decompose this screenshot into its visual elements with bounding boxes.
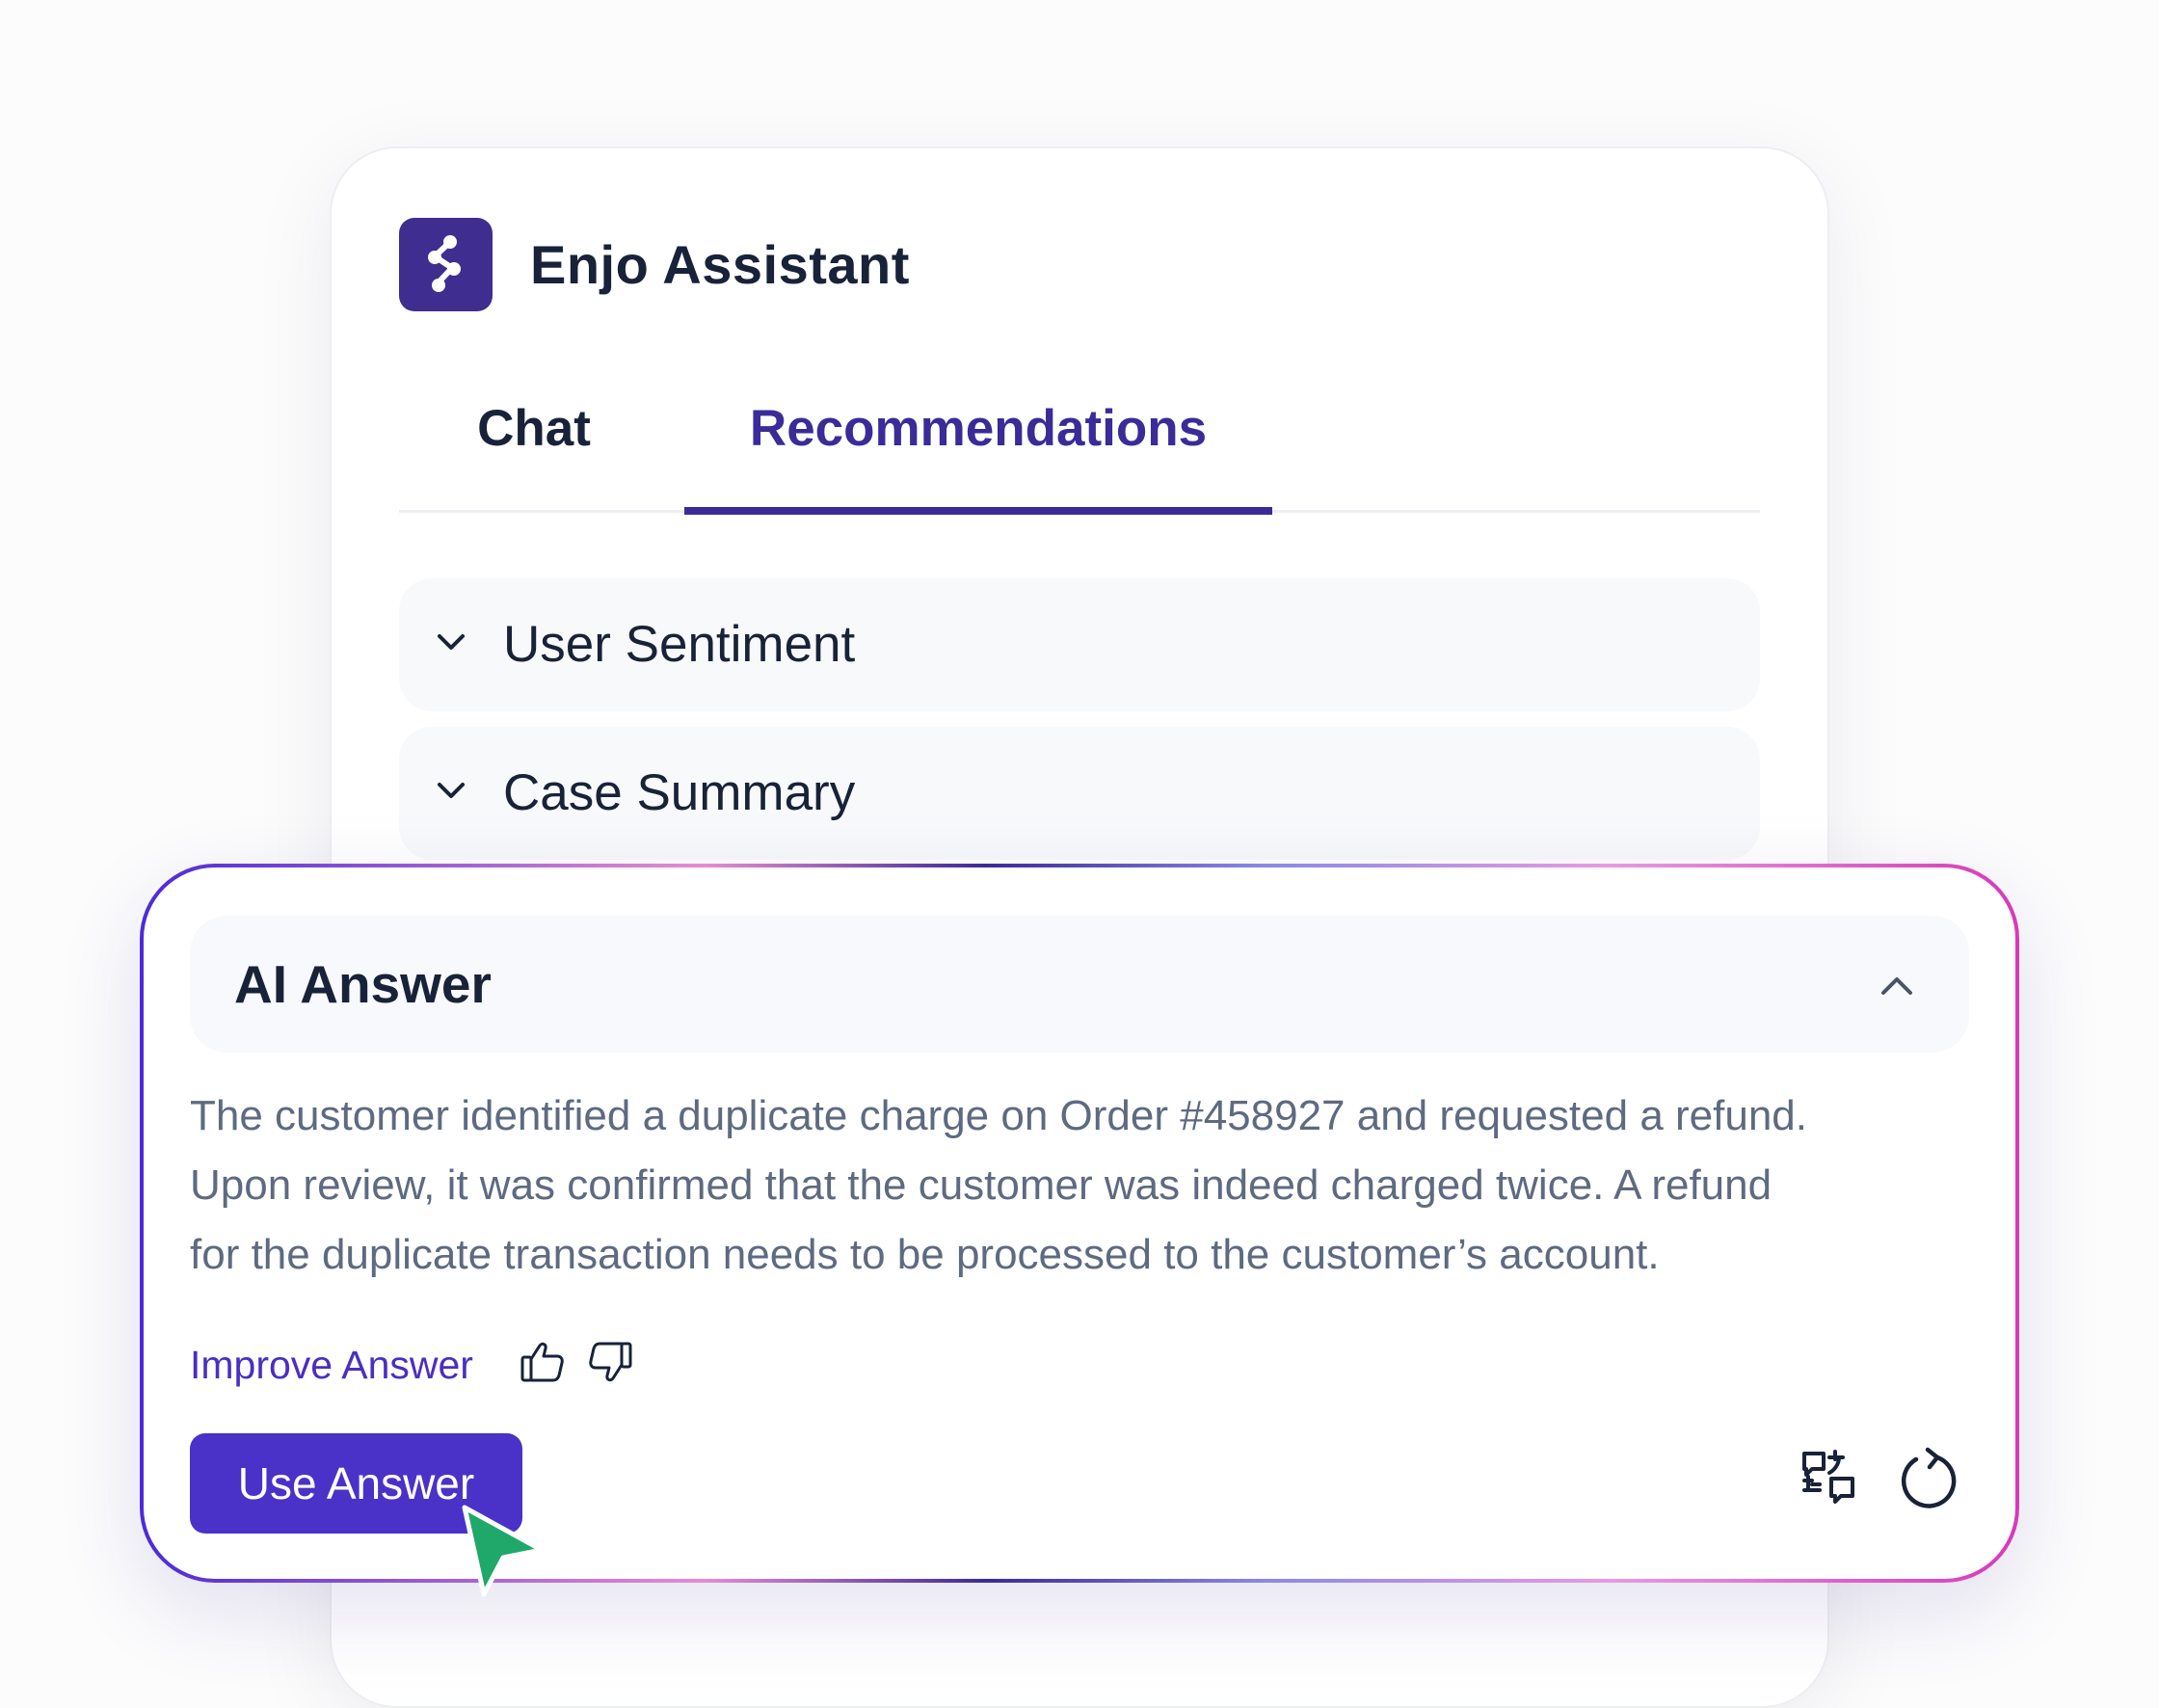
tab-recommendations[interactable]: Recommendations xyxy=(684,395,1272,463)
thumbs-up-icon[interactable] xyxy=(519,1338,567,1386)
accordion-user-sentiment[interactable]: User Sentiment xyxy=(399,578,1760,711)
ai-answer-title: AI Answer xyxy=(234,954,492,1014)
accordion-label: Case Summary xyxy=(503,764,856,821)
improve-answer-link[interactable]: Improve Answer xyxy=(190,1339,473,1391)
ai-answer-text: The customer identified a duplicate char… xyxy=(190,1081,2002,1290)
enjo-logo-icon xyxy=(399,218,493,311)
active-tab-indicator xyxy=(684,507,1272,515)
answer-line: Upon review, it was confirmed that the c… xyxy=(190,1161,1773,1209)
chevron-up-icon[interactable] xyxy=(1878,966,1916,1004)
thumbs-down-icon[interactable] xyxy=(586,1338,634,1386)
accordion-label: User Sentiment xyxy=(503,616,856,673)
tab-chat[interactable]: Chat xyxy=(466,395,601,463)
mouse-cursor-icon xyxy=(462,1505,545,1597)
answer-line: for the duplicate transaction needs to b… xyxy=(190,1231,1660,1278)
app-title: Enjo Assistant xyxy=(530,234,910,295)
accordion-case-summary[interactable]: Case Summary xyxy=(399,727,1760,860)
chevron-down-icon xyxy=(438,634,465,650)
refresh-icon[interactable] xyxy=(1899,1446,1960,1513)
translate-icon[interactable] xyxy=(1799,1446,1860,1508)
answer-line: The customer identified a duplicate char… xyxy=(190,1092,1807,1139)
chevron-down-icon xyxy=(438,783,465,798)
